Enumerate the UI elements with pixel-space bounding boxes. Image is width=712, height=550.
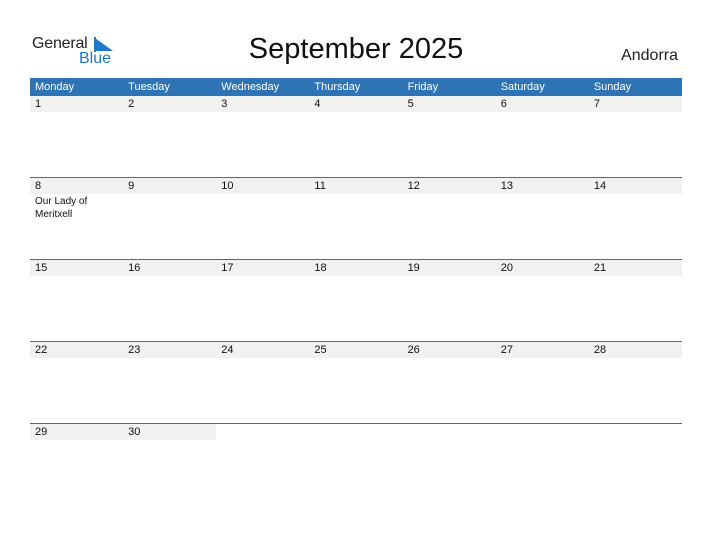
- day-number: 27: [500, 344, 513, 356]
- holiday-label: [290, 112, 355, 113]
- day-number-row: 22 23 24 25 26 27 28: [30, 342, 682, 358]
- day-number: 23: [128, 344, 141, 356]
- page-title: September 2025: [248, 33, 464, 65]
- holiday-label: [420, 112, 485, 113]
- holiday-row: [30, 358, 682, 359]
- holiday-label: [420, 440, 485, 441]
- holiday-label: [290, 194, 355, 221]
- day-number: 6: [500, 98, 507, 110]
- holiday-label: [95, 112, 160, 113]
- day-number: 5: [407, 98, 414, 110]
- day-number: 21: [593, 262, 607, 274]
- day-number: 22: [35, 344, 48, 356]
- day-number-row: 1 2 3 4 5 6 7: [30, 96, 682, 112]
- holiday-label: [355, 358, 420, 359]
- weekday-thursday: Thursday: [314, 81, 361, 93]
- day-number: 8: [35, 180, 42, 192]
- day-number: 12: [407, 180, 420, 192]
- day-number: 29: [35, 426, 48, 438]
- day-number-row: 29 30: [30, 424, 682, 440]
- day-number: 2: [128, 98, 135, 110]
- holiday-label: [355, 194, 420, 221]
- day-number: [402, 424, 496, 440]
- holiday-label: [30, 112, 95, 113]
- holiday-label: [355, 276, 420, 277]
- weekday-header: Monday Tuesday Wednesday Thursday Friday…: [30, 78, 682, 96]
- day-number: 17: [221, 262, 234, 274]
- holiday-label: [290, 276, 355, 277]
- holiday-row: [30, 276, 682, 277]
- day-number: 13: [500, 180, 513, 192]
- day-number: 7: [593, 98, 600, 110]
- weekday-tuesday: Tuesday: [128, 81, 170, 93]
- calendar: Monday Tuesday Wednesday Thursday Friday…: [30, 78, 682, 505]
- holiday-label: [160, 358, 225, 359]
- country-label: Andorra: [621, 47, 678, 64]
- holiday-label: [290, 358, 355, 359]
- day-number: 11: [314, 180, 326, 192]
- day-number: 25: [314, 344, 327, 356]
- weekday-sunday: Sunday: [593, 81, 632, 93]
- weekday-monday: Monday: [35, 81, 75, 93]
- holiday-label: [95, 276, 160, 277]
- holiday-label: [95, 440, 160, 441]
- holiday-label: [225, 358, 290, 359]
- holiday-row: [30, 112, 682, 113]
- holiday-label: [95, 194, 160, 221]
- holiday-label: Our Lady of Meritxell: [35, 196, 88, 220]
- holiday-label: [355, 112, 420, 113]
- day-number: 28: [593, 344, 607, 356]
- day-number: 14: [593, 180, 607, 192]
- holiday-label: [225, 276, 290, 277]
- week-row: 1 2 3 4 5 6 7: [30, 96, 682, 177]
- day-number: 26: [407, 344, 420, 356]
- holiday-label: [420, 358, 485, 359]
- holiday-label: [95, 358, 160, 359]
- week-row: 22 23 24 25 26 27 28: [30, 341, 682, 423]
- week-row: 8 9 10 11 12 13 14 Our Lady of Meritxell: [30, 177, 682, 259]
- day-number: [588, 424, 682, 440]
- day-number: [309, 424, 403, 440]
- holiday-row: Our Lady of Meritxell: [30, 194, 682, 221]
- day-number: 3: [221, 98, 228, 110]
- day-number: 10: [221, 180, 234, 192]
- day-number-row: 15 16 17 18 19 20 21: [30, 260, 682, 276]
- day-number: 30: [128, 426, 141, 438]
- holiday-label: [30, 358, 95, 359]
- day-number-row: 8 9 10 11 12 13 14: [30, 178, 682, 194]
- weekday-saturday: Saturday: [500, 81, 545, 93]
- weekday-friday: Friday: [407, 81, 439, 93]
- holiday-label: [160, 440, 225, 441]
- holiday-label: [160, 276, 225, 277]
- holiday-label: [290, 440, 355, 441]
- holiday-label: [30, 276, 95, 277]
- day-number: 18: [314, 262, 327, 274]
- holiday-label: [420, 276, 485, 277]
- day-number: 19: [407, 262, 420, 274]
- holiday-label: [30, 440, 95, 441]
- day-number: 1: [35, 98, 42, 110]
- week-row: 15 16 17 18 19 20 21: [30, 259, 682, 341]
- holiday-label: [160, 194, 225, 221]
- week-row: 29 30: [30, 423, 682, 505]
- holiday-label: [225, 112, 290, 113]
- holiday-row: [30, 440, 682, 441]
- day-number: 20: [500, 262, 513, 274]
- holiday-label: [160, 112, 225, 113]
- holiday-label: [225, 440, 290, 441]
- weekday-wednesday: Wednesday: [221, 81, 280, 93]
- day-number: 24: [221, 344, 234, 356]
- holiday-label: [420, 194, 485, 221]
- day-number: [216, 424, 310, 440]
- day-number: 15: [35, 262, 48, 274]
- day-number: 9: [128, 180, 135, 192]
- holiday-label: [355, 440, 420, 441]
- day-number: [495, 424, 589, 440]
- day-number: 4: [314, 98, 321, 110]
- holiday-label: [225, 194, 290, 221]
- day-number: 16: [128, 262, 141, 274]
